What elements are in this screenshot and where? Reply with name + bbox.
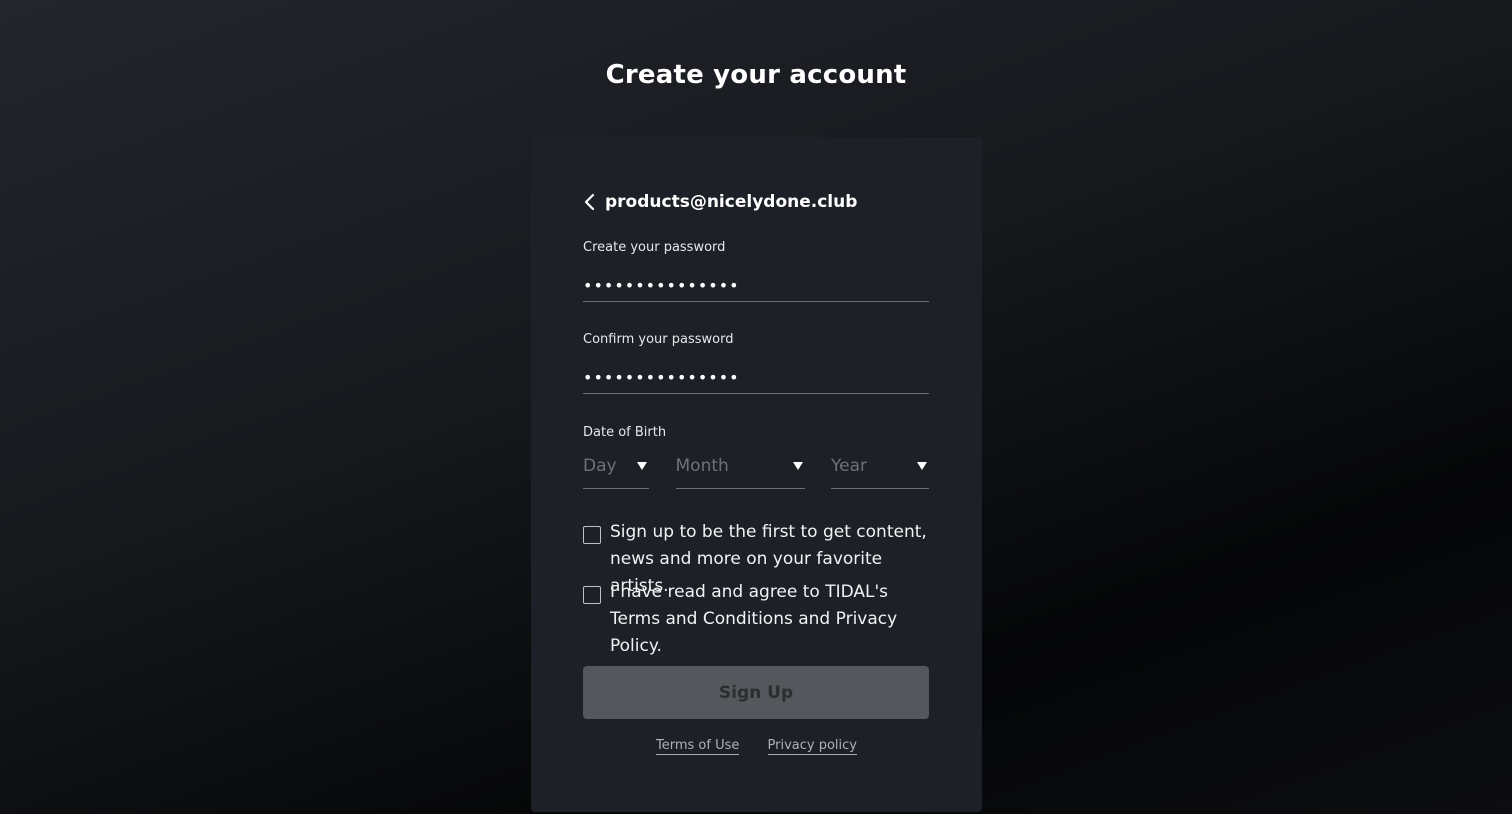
password-field: Create your password [583,240,929,302]
account-email: products@nicelydone.club [605,192,858,212]
password-input[interactable] [583,269,929,302]
month-placeholder: Month [675,456,729,476]
caret-down-icon [637,462,647,470]
signup-card: products@nicelydone.club Create your pas… [531,137,982,812]
month-select[interactable]: Month [675,450,805,489]
footer-links: Terms of Use Privacy policy [531,738,982,755]
day-placeholder: Day [583,456,617,476]
date-of-birth-field: Date of Birth Day Month Year [583,425,929,489]
terms-of-use-link[interactable]: Terms of Use [656,738,740,755]
day-select[interactable]: Day [583,450,649,489]
password-label: Create your password [583,240,726,255]
confirm-password-field: Confirm your password [583,332,929,394]
terms-consent-checkbox[interactable] [583,586,601,604]
confirm-password-label: Confirm your password [583,332,734,347]
caret-down-icon [917,462,927,470]
privacy-policy-link[interactable]: Privacy policy [767,738,857,755]
year-placeholder: Year [831,456,867,476]
year-select[interactable]: Year [831,450,929,489]
terms-consent-row: I have read and agree to TIDAL's Terms a… [583,582,933,660]
terms-consent-text: I have read and agree to TIDAL's Terms a… [610,582,898,656]
caret-down-icon [792,462,803,470]
page-title: Create your account [605,60,907,90]
chevron-left-icon [584,193,595,211]
marketing-consent-checkbox[interactable] [583,526,601,544]
date-of-birth-label: Date of Birth [583,425,667,440]
sign-up-button[interactable]: Sign Up [583,666,929,719]
confirm-password-input[interactable] [583,361,929,394]
date-of-birth-selects: Day Month Year [583,450,929,489]
back-to-email-button[interactable]: products@nicelydone.club [583,192,857,212]
